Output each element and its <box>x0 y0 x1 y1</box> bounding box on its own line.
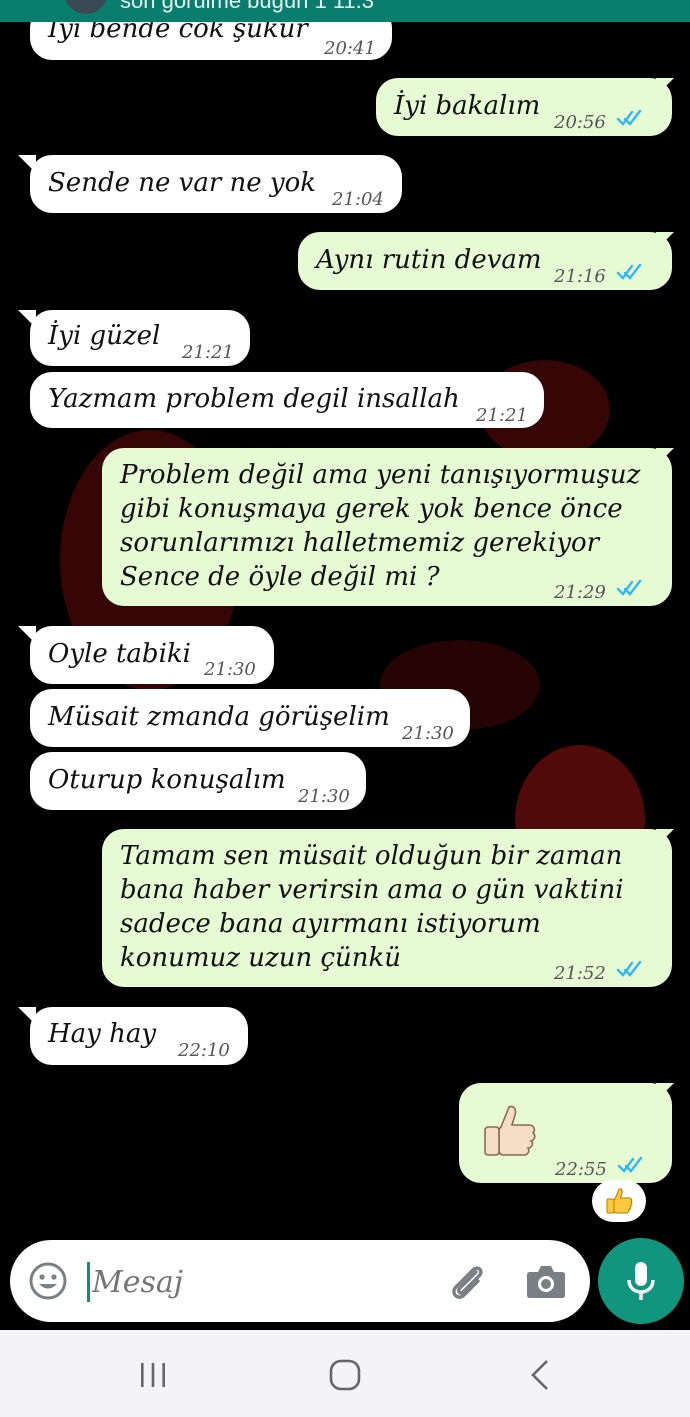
message-incoming[interactable]: Müsait zmanda görüşelim 21:30 <box>30 689 470 747</box>
message-outgoing[interactable]: Problem değil ama yeni tanışıyormuşuz gi… <box>102 448 672 606</box>
home-icon[interactable] <box>328 1358 362 1392</box>
double-check-icon <box>616 263 642 280</box>
microphone-icon <box>627 1262 655 1300</box>
double-check-icon <box>616 579 642 596</box>
message-time: 21:30 <box>298 786 350 807</box>
message-incoming[interactable]: Hay hay 22:10 <box>30 1007 248 1065</box>
message-time: 21:21 <box>182 342 234 363</box>
thumbs-up-reaction-icon <box>606 1188 633 1214</box>
double-check-icon <box>616 109 642 126</box>
message-text: İyi bakalım <box>394 91 541 121</box>
message-composer[interactable] <box>10 1240 590 1322</box>
emoji-icon[interactable] <box>28 1261 68 1301</box>
message-text: Hay hay <box>48 1019 157 1049</box>
message-text-line: Sence de öyle değil mi ? <box>120 562 440 592</box>
message-text: Oyle tabiki <box>48 639 191 669</box>
last-seen-status: son görülme bugün 1 11:3 <box>120 0 374 13</box>
voice-record-button[interactable] <box>598 1238 684 1324</box>
message-text: Aynı rutin devam <box>316 245 542 275</box>
system-navigation-bar <box>0 1330 690 1417</box>
message-text-line: sadece bana ayırmanı istiyorum <box>120 909 541 939</box>
message-time: 21:04 <box>332 189 384 210</box>
message-incoming[interactable]: Sende ne var ne yok 21:04 <box>30 155 402 213</box>
thumbs-up-icon <box>484 1105 536 1156</box>
message-text: Sende ne var ne yok <box>48 168 317 198</box>
message-time: 21:29 <box>554 582 606 603</box>
message-time: 20:41 <box>324 38 376 59</box>
message-incoming[interactable]: Oturup konuşalım 21:30 <box>30 752 366 810</box>
message-incoming[interactable]: Oyle tabiki 21:30 <box>30 626 274 684</box>
message-time: 20:56 <box>554 112 606 133</box>
message-text: İyi güzel <box>48 321 161 351</box>
message-incoming[interactable]: Yazmam problem degil insallah 21:21 <box>30 372 544 428</box>
message-text-line: Tamam sen müsait olduğun bir zaman <box>120 841 623 871</box>
message-time: 21:52 <box>554 963 606 984</box>
message-outgoing[interactable]: Aynı rutin devam 21:16 <box>298 232 672 290</box>
reaction-badge[interactable] <box>592 1180 646 1222</box>
chat-header[interactable]: son görülme bugün 1 11:3 <box>0 0 690 22</box>
message-text-line: gibi konuşmaya gerek yok bence önce <box>120 494 623 524</box>
message-time: 21:21 <box>476 405 528 426</box>
message-outgoing[interactable]: İyi bakalım 20:56 <box>376 78 672 136</box>
back-icon[interactable] <box>525 1358 555 1392</box>
message-text-line: Problem değil ama yeni tanışıyormuşuz <box>120 460 641 490</box>
double-check-icon <box>617 1156 643 1173</box>
recent-apps-icon[interactable] <box>138 1360 168 1390</box>
chat-area[interactable]: İyi bende cok şukur 20:41 İyi bakalım 20… <box>0 0 690 1240</box>
avatar[interactable] <box>64 0 108 14</box>
attachment-icon[interactable] <box>446 1260 488 1302</box>
message-outgoing[interactable]: Tamam sen müsait olduğun bir zaman bana … <box>102 829 672 987</box>
message-text: Yazmam problem degil insallah <box>48 384 460 414</box>
message-outgoing-emoji[interactable]: 22:55 <box>459 1083 672 1183</box>
message-time: 21:30 <box>204 659 256 680</box>
message-incoming[interactable]: İyi güzel 21:21 <box>30 310 250 366</box>
message-input[interactable] <box>90 1256 424 1308</box>
message-text-line: sorunlarımızı halletmemiz gerekiyor <box>120 528 600 558</box>
message-text-line: bana haber verirsin ama o gün vaktini <box>120 875 624 905</box>
camera-icon[interactable] <box>526 1262 566 1300</box>
message-time: 22:55 <box>555 1159 607 1180</box>
message-text-line: konumuz uzun çünkü <box>120 943 402 973</box>
message-text: Oturup konuşalım <box>48 765 286 795</box>
double-check-icon <box>616 960 642 977</box>
message-time: 21:30 <box>402 723 454 744</box>
message-time: 21:16 <box>554 266 606 287</box>
message-text: Müsait zmanda görüşelim <box>48 702 390 732</box>
message-time: 22:10 <box>178 1040 230 1061</box>
